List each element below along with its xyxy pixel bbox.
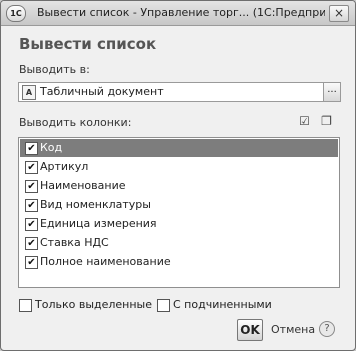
- output-field[interactable]: A Табличный документ: [18, 82, 325, 102]
- column-label: Наименование: [40, 179, 126, 192]
- output-label: Выводить в:: [19, 63, 90, 76]
- column-row[interactable]: ✔ Вид номенклатуры: [20, 196, 338, 214]
- column-row[interactable]: ✔ Артикул: [20, 158, 338, 176]
- form-title: Вывести список: [19, 35, 157, 53]
- columns-label: Выводить колонки:: [19, 116, 132, 129]
- column-row[interactable]: ✔ Полное наименование: [20, 253, 338, 271]
- only-selected-label: Только выделенные: [35, 298, 153, 311]
- column-row[interactable]: ✔ Единица измерения: [20, 215, 338, 233]
- uncheck-all-icon[interactable]: ❐: [319, 114, 334, 128]
- column-checkbox[interactable]: ✔: [25, 199, 38, 212]
- column-label: Полное наименование: [40, 255, 171, 268]
- title-bar: 1С Вывести список - Управление торг... (…: [1, 1, 355, 26]
- window-title: Вывести список - Управление торг... (1С:…: [37, 6, 325, 19]
- spreadsheet-document-icon: A: [22, 85, 36, 100]
- column-checkbox[interactable]: ✔: [25, 161, 38, 174]
- column-label: Артикул: [40, 160, 89, 173]
- column-label: Ставка НДС: [40, 236, 109, 249]
- column-checkbox[interactable]: ✔: [25, 142, 38, 155]
- column-label: Вид номенклатуры: [40, 198, 151, 211]
- column-checkbox[interactable]: ✔: [25, 237, 38, 250]
- with-subordinates-check-icon[interactable]: [157, 299, 170, 312]
- column-label: Единица измерения: [40, 217, 157, 230]
- cancel-button[interactable]: Отмена: [271, 323, 315, 336]
- column-label: Код: [40, 141, 63, 154]
- column-row[interactable]: ✔ Код: [20, 139, 338, 157]
- choose-output-button[interactable]: ...: [323, 82, 341, 102]
- column-checkbox[interactable]: ✔: [25, 218, 38, 231]
- columns-list[interactable]: ✔ Код ✔ Артикул ✔ Наименование ✔ Вид номенклату…: [18, 137, 340, 288]
- column-checkbox[interactable]: ✔: [25, 180, 38, 193]
- with-subordinates-label: С подчиненными: [173, 298, 272, 311]
- help-icon[interactable]: ?: [319, 321, 335, 337]
- column-row[interactable]: ✔ Наименование: [20, 177, 338, 195]
- column-row[interactable]: ✔ Ставка НДС: [20, 234, 338, 252]
- only-selected-check-icon[interactable]: [19, 299, 32, 312]
- check-all-icon[interactable]: ☑: [297, 114, 312, 128]
- close-button[interactable]: ×: [329, 5, 349, 22]
- output-value: Табличный документ: [40, 85, 164, 98]
- dialog-window: 1С Вывести список - Управление торг... (…: [0, 0, 356, 351]
- ok-button[interactable]: OK: [237, 319, 263, 341]
- column-checkbox[interactable]: ✔: [25, 256, 38, 269]
- 1c-logo-icon[interactable]: 1С: [6, 5, 26, 22]
